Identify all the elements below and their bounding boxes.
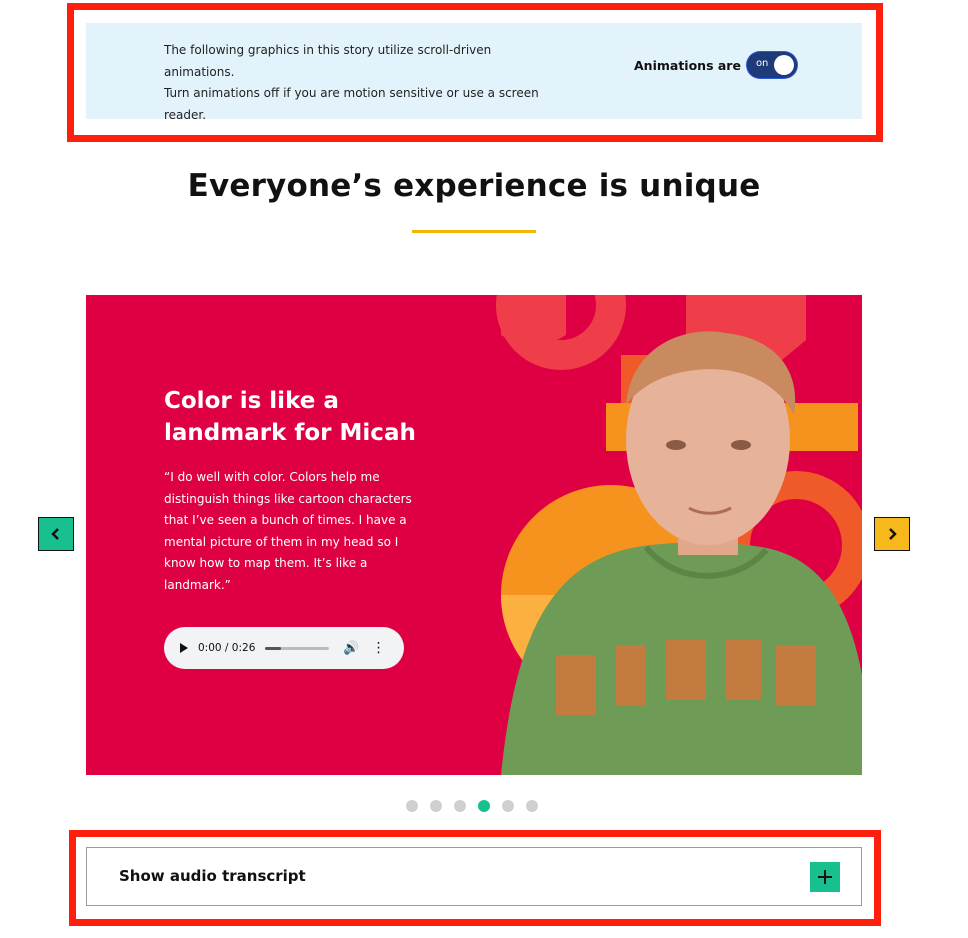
pagination-dot[interactable] [502, 800, 514, 812]
next-slide-button[interactable] [874, 517, 910, 551]
slide-title-line-2: landmark for Micah [164, 420, 416, 446]
plus-glyph [818, 870, 832, 884]
animation-toggle-label: Animations are [634, 57, 741, 73]
audio-transcript-toggle[interactable]: Show audio transcript [86, 847, 862, 906]
animation-toggle-group: Animations are on [634, 52, 797, 78]
audio-progress-bar[interactable] [265, 646, 330, 650]
notice-text: The following graphics in this story uti… [164, 40, 564, 126]
audio-time: 0:00 / 0:26 [198, 642, 256, 654]
section-heading: Everyone’s experience is unique [187, 168, 761, 204]
toggle-knob [773, 55, 794, 75]
carousel-slide: Color is like a landmark for Micah “I do… [86, 295, 862, 775]
audio-player: 0:00 / 0:26 🔊 ⋮ [164, 627, 404, 669]
notice-text-line-2: Turn animations off if you are motion se… [164, 86, 539, 100]
animation-toggle[interactable]: on [746, 52, 797, 78]
pagination-dot[interactable] [406, 800, 418, 812]
toggle-state-text: on [755, 58, 769, 69]
slide-title: Color is like a landmark for Micah [164, 385, 444, 449]
audio-progress-fill [265, 646, 282, 650]
pagination-dot[interactable] [454, 800, 466, 812]
carousel-pagination [406, 800, 550, 812]
chevron-left-icon [51, 528, 59, 540]
previous-slide-button[interactable] [38, 517, 74, 551]
pagination-dot[interactable] [430, 800, 442, 812]
chevron-right-icon [889, 528, 897, 540]
animation-notice: The following graphics in this story uti… [86, 23, 862, 122]
pagination-dot[interactable] [526, 800, 538, 812]
person-eye-right [731, 440, 751, 450]
more-vertical-icon[interactable]: ⋮ [372, 640, 386, 656]
plus-icon[interactable] [810, 862, 840, 892]
notice-text-line-1: The following graphics in this story uti… [164, 43, 492, 79]
person-eye-left [666, 440, 686, 450]
transcript-label: Show audio transcript [119, 867, 306, 885]
slide-quote: “I do well with color. Colors help me di… [164, 470, 412, 592]
slide-title-line-1: Color is like a [164, 388, 339, 414]
heading-underline [412, 230, 536, 233]
notice-text-line-3: reader. [164, 107, 207, 122]
pagination-dot[interactable] [478, 800, 490, 812]
play-icon[interactable] [180, 643, 188, 653]
volume-icon[interactable]: 🔊 [343, 641, 359, 656]
